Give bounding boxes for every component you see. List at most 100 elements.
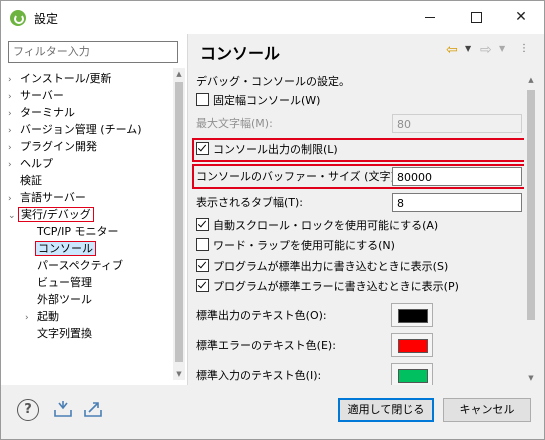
tree-item-label: ビュー管理 xyxy=(37,276,92,289)
title-bar: 設定 ✕ xyxy=(1,1,544,34)
buffer-size-label: コンソールのバッファー・サイズ (文字)(B): xyxy=(196,170,415,183)
tree-item-label: プラグイン開発 xyxy=(20,140,97,153)
apply-and-close-button[interactable]: 適用して閉じる xyxy=(338,398,434,422)
auto-scroll-label: 自動スクロール・ロックを使用可能にする(A) xyxy=(213,219,439,232)
export-icon[interactable] xyxy=(84,401,102,417)
tab-width-field[interactable]: 8 xyxy=(392,193,522,212)
show-on-stderr-checkbox[interactable] xyxy=(196,279,209,292)
tree-item-launching[interactable]: › 起動 xyxy=(25,308,59,325)
spring-app-icon xyxy=(10,10,26,26)
word-wrap-option[interactable]: ワード・ラップを使用可能にする(N) xyxy=(196,236,395,255)
auto-scroll-checkbox[interactable] xyxy=(196,218,209,231)
tree-item-label: 起動 xyxy=(37,310,59,323)
show-on-stderr-label: プログラムが標準エラーに書き込むときに表示(P) xyxy=(213,280,459,293)
tree-item-perspectives[interactable]: パースペクティブ xyxy=(37,257,123,274)
tree-item-run-debug[interactable]: ⌄ 実行/デバッグ xyxy=(8,206,94,223)
minimize-icon xyxy=(425,16,435,18)
close-button[interactable]: ✕ xyxy=(498,1,544,34)
tree-item-label: 外部ツール xyxy=(37,293,92,306)
tree-item-label: バージョン管理 (チーム) xyxy=(20,123,142,136)
navigation-panel: ›インストール/更新 ›サーバー ›ターミナル ›バージョン管理 (チーム) ›… xyxy=(1,34,188,385)
close-icon: ✕ xyxy=(515,9,527,25)
tree-item-label: 言語サーバー xyxy=(20,191,86,204)
auto-scroll-option[interactable]: 自動スクロール・ロックを使用可能にする(A) xyxy=(196,216,438,235)
tree-item-string-substitution[interactable]: 文字列置換 xyxy=(37,325,92,342)
limit-output-label: コンソール出力の制限(L) xyxy=(213,143,338,156)
tree-vertical-scrollbar[interactable]: ▲ ▼ xyxy=(173,68,185,380)
import-icon[interactable] xyxy=(54,401,72,417)
cancel-button[interactable]: キャンセル xyxy=(443,398,531,422)
max-chars-label: 最大文字幅(M): xyxy=(196,117,273,130)
maximize-icon xyxy=(470,11,482,23)
page-header: コンソール ⇦ ▼ ⇨ ▼ ⋮ xyxy=(188,34,544,66)
tree-item-label: コンソール xyxy=(35,241,96,256)
max-chars-field: 80 xyxy=(392,114,522,133)
scroll-down-icon[interactable]: ▼ xyxy=(525,372,537,384)
tree-item-console[interactable]: コンソール xyxy=(35,240,96,257)
scroll-up-icon[interactable]: ▲ xyxy=(525,74,537,86)
stdin-color-button[interactable] xyxy=(391,363,433,387)
help-icon[interactable]: ? xyxy=(17,399,39,421)
preferences-window: 設定 ✕ ›インストール/更新 ›サーバー ›ターミナル ›バージョン管理 (チ… xyxy=(0,0,545,440)
page-title: コンソール xyxy=(200,44,281,63)
filter-input[interactable] xyxy=(9,42,177,60)
scrollbar-thumb[interactable] xyxy=(175,82,183,362)
tree-item-label: ターミナル xyxy=(20,106,75,119)
window-title: 設定 xyxy=(34,12,59,26)
tree-item-label: インストール/更新 xyxy=(20,72,112,85)
forward-arrow-icon: ⇨ xyxy=(480,42,492,58)
back-dropdown-icon[interactable]: ▼ xyxy=(465,44,471,53)
back-arrow-icon[interactable]: ⇦ xyxy=(446,42,458,58)
filter-box xyxy=(8,41,178,63)
tree-item-terminal[interactable]: › ターミナル xyxy=(8,104,75,121)
tree-item-view-management[interactable]: ビュー管理 xyxy=(37,274,92,291)
scroll-up-icon[interactable]: ▲ xyxy=(173,68,185,80)
chevron-right-icon[interactable]: › xyxy=(25,310,37,327)
tree-item-label: ヘルプ xyxy=(20,157,53,170)
tree-item-label: 文字列置換 xyxy=(37,327,92,340)
limit-output-checkbox[interactable] xyxy=(196,142,209,155)
stdout-color-swatch xyxy=(398,309,428,323)
fixed-width-checkbox[interactable] xyxy=(196,93,209,106)
scrollbar-thumb[interactable] xyxy=(527,90,535,320)
tree-item-plugin-dev[interactable]: › プラグイン開発 xyxy=(8,138,97,155)
stdin-color-swatch xyxy=(398,369,428,383)
stderr-color-swatch xyxy=(398,339,428,353)
scroll-down-icon[interactable]: ▼ xyxy=(173,368,185,380)
page-vertical-scrollbar[interactable]: ▲ ▼ xyxy=(524,74,538,384)
minimize-button[interactable] xyxy=(407,1,453,34)
tree-item-label: 検証 xyxy=(20,174,42,187)
stderr-color-label: 標準エラーのテキスト色(E): xyxy=(196,339,336,352)
tree-item-external-tools[interactable]: 外部ツール xyxy=(37,291,92,308)
tree-item-label: 実行/デバッグ xyxy=(18,207,94,222)
stdin-color-label: 標準入力のテキスト色(I): xyxy=(196,369,322,382)
buffer-size-field[interactable]: 80000 xyxy=(392,167,522,186)
tree-item-validation[interactable]: 検証 xyxy=(8,172,42,189)
tree-item-language-server[interactable]: › 言語サーバー xyxy=(8,189,86,206)
tree-item-version-control[interactable]: › バージョン管理 (チーム) xyxy=(8,121,142,138)
forward-dropdown-icon: ▼ xyxy=(499,44,506,53)
show-on-stderr-option[interactable]: プログラムが標準エラーに書き込むときに表示(P) xyxy=(196,277,459,296)
show-on-stdout-option[interactable]: プログラムが標準出力に書き込むときに表示(S) xyxy=(196,257,448,276)
tree-item-help[interactable]: › ヘルプ xyxy=(8,155,53,172)
stdout-color-button[interactable] xyxy=(391,303,433,327)
console-settings-pane: デバッグ・コンソールの設定。 固定幅コンソール(W) 最大文字幅(M): 80 … xyxy=(192,72,532,387)
show-on-stdout-checkbox[interactable] xyxy=(196,259,209,272)
tree-item-label: パースペクティブ xyxy=(37,259,124,272)
fixed-width-label: 固定幅コンソール(W) xyxy=(213,94,321,107)
preference-page: コンソール ⇦ ▼ ⇨ ▼ ⋮ デバッグ・コンソールの設定。 固定幅コンソール(… xyxy=(188,34,544,387)
fixed-width-option[interactable]: 固定幅コンソール(W) xyxy=(196,91,320,110)
stderr-color-button[interactable] xyxy=(391,333,433,357)
show-on-stdout-label: プログラムが標準出力に書き込むときに表示(S) xyxy=(213,260,449,273)
preference-tree: › インストール/更新 › サーバー › ターミナル › バージョン管理 (チーム) ›… xyxy=(1,68,173,380)
tree-item-server[interactable]: › サーバー xyxy=(8,87,64,104)
limit-output-option[interactable]: コンソール出力の制限(L) xyxy=(196,140,338,159)
word-wrap-checkbox[interactable] xyxy=(196,238,209,251)
tree-item-tcpip-monitor[interactable]: TCP/IP モニター xyxy=(37,223,118,240)
tree-item-label: サーバー xyxy=(20,89,64,102)
tree-item-install-update[interactable]: › インストール/更新 xyxy=(8,70,112,87)
tab-width-label: 表示されるタブ幅(T): xyxy=(196,196,304,209)
stdout-color-label: 標準出力のテキスト色(O): xyxy=(196,309,327,322)
maximize-button[interactable] xyxy=(453,1,499,34)
view-menu-icon[interactable]: ⋮ xyxy=(519,43,529,54)
